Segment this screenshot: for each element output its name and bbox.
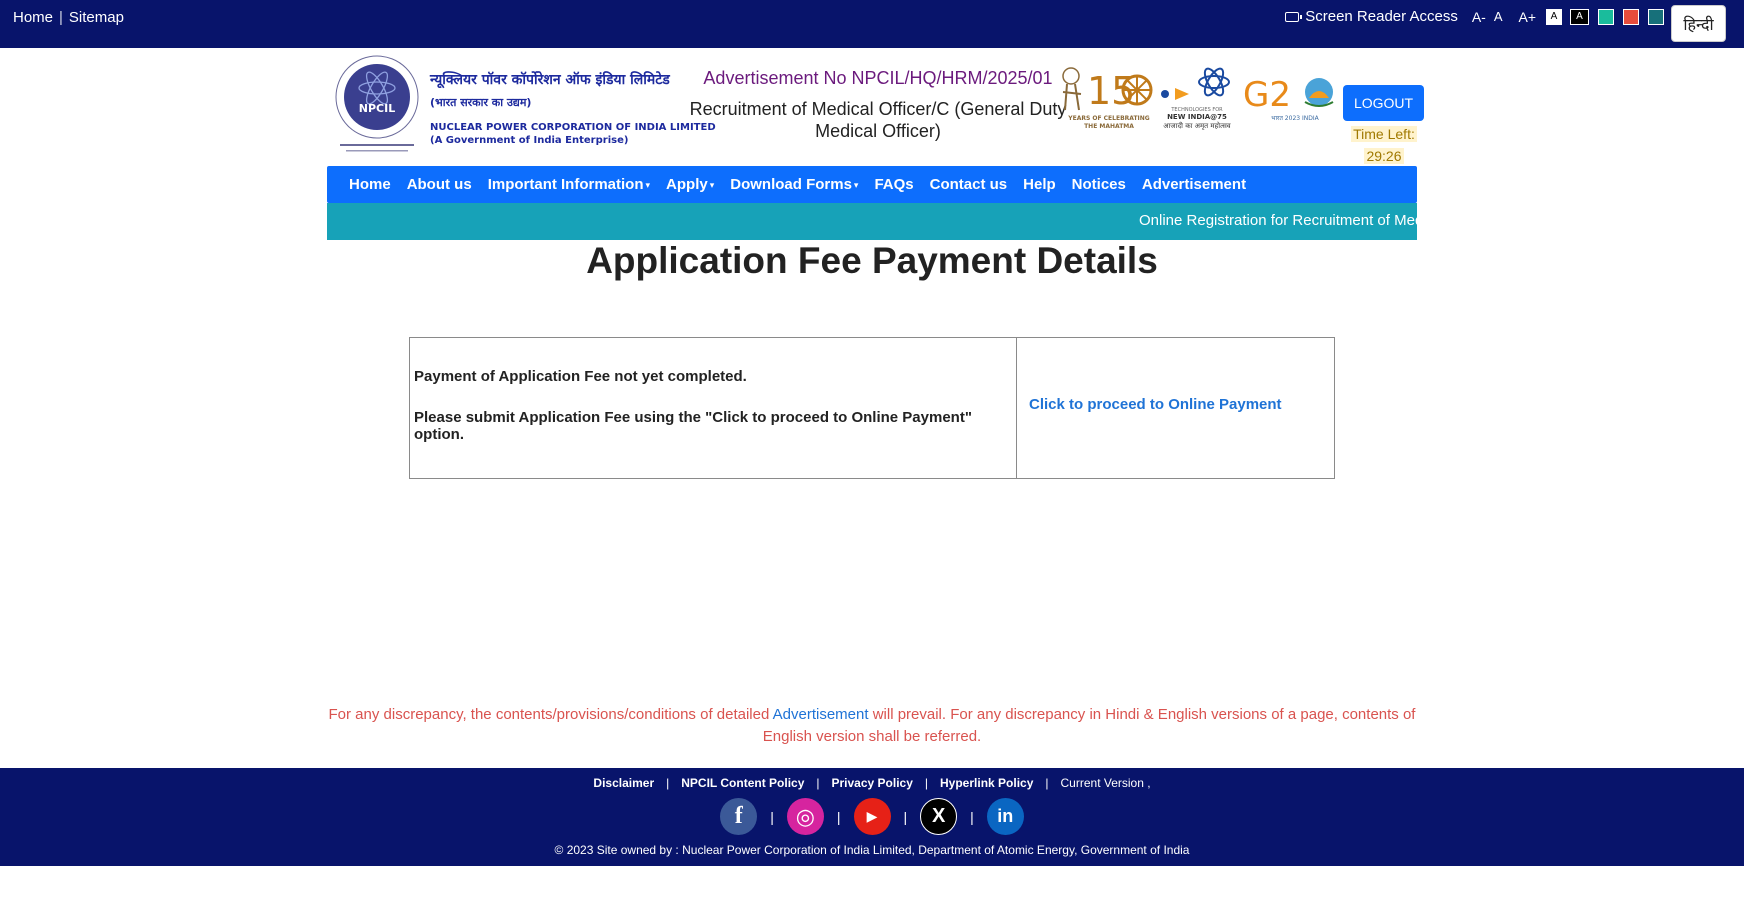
footer-privacy-policy-link[interactable]: Privacy Policy bbox=[832, 776, 913, 790]
theme-red-button[interactable] bbox=[1623, 8, 1639, 25]
contrast-dark-button[interactable]: A bbox=[1570, 8, 1589, 25]
advertisement-number: Advertisement No NPCIL/HQ/HRM/2025/01 bbox=[703, 68, 1053, 88]
divider: | bbox=[666, 776, 670, 790]
discrepancy-notice: For any discrepancy, the contents/provis… bbox=[327, 704, 1417, 748]
g20-logo-icon: G2 भारत 2023 INDIA bbox=[1243, 75, 1334, 122]
fee-status-table: Payment of Application Fee not yet compl… bbox=[409, 337, 1335, 479]
copyright-text: © 2023 Site owned by : Nuclear Power Cor… bbox=[554, 843, 1190, 857]
org-name-hindi: न्यूक्लियर पॉवर कॉर्पोरेशन ऑफ इंडिया लिम… bbox=[430, 72, 670, 88]
divider: | bbox=[1045, 776, 1049, 790]
screen-reader-link[interactable]: Screen Reader Access bbox=[1305, 8, 1458, 25]
campaign-logos: 15 YEARS OF CELEBRATING THE MAHATMA TECH… bbox=[1062, 67, 1334, 130]
top-bar: Home | Sitemap Screen Reader Access A- A… bbox=[0, 0, 1744, 48]
nav-about-us[interactable]: About us bbox=[407, 176, 472, 193]
nav-apply[interactable]: Apply ▾ bbox=[666, 176, 714, 193]
instagram-icon[interactable]: ◎ bbox=[786, 798, 824, 835]
new-india-75-logo-icon: TECHNOLOGIES FOR NEW INDIA@75 आजादी का अ… bbox=[1161, 67, 1231, 130]
top-sitemap-link[interactable]: Sitemap bbox=[69, 9, 124, 26]
linkedin-icon[interactable]: in bbox=[986, 798, 1024, 835]
nav-notices[interactable]: Notices bbox=[1072, 176, 1126, 193]
nav-important-information[interactable]: Important Information ▾ bbox=[488, 176, 650, 193]
theme-green-button[interactable] bbox=[1598, 8, 1614, 25]
svg-text:NEW INDIA@75: NEW INDIA@75 bbox=[1167, 113, 1227, 121]
nav-download-forms[interactable]: Download Forms ▾ bbox=[730, 176, 858, 193]
facebook-icon[interactable]: f bbox=[720, 798, 758, 835]
caret-down-icon: ▾ bbox=[709, 179, 715, 190]
divider: | bbox=[836, 808, 841, 825]
advertisement-link[interactable]: Advertisement bbox=[773, 706, 869, 723]
proceed-to-payment-link[interactable]: Click to proceed to Online Payment bbox=[1029, 396, 1282, 413]
divider: | bbox=[970, 808, 974, 825]
svg-text:G2: G2 bbox=[1243, 75, 1291, 115]
fee-status-message: Payment of Application Fee not yet compl… bbox=[414, 368, 747, 385]
footer-disclaimer-link[interactable]: Disclaimer bbox=[593, 776, 654, 790]
caret-down-icon: ▾ bbox=[645, 179, 651, 190]
news-ticker: Online Registration for Recruitment of M… bbox=[327, 203, 1417, 240]
site-header: NPCIL न्यूक्लियर पॉवर कॉर्पोरेशन ऑफ इंडि… bbox=[327, 48, 1424, 166]
svg-text:आजादी का अमृत महोत्सव: आजादी का अमृत महोत्सव bbox=[1163, 121, 1231, 130]
main-navigation: Home About us Important Information ▾ App… bbox=[327, 166, 1417, 203]
fee-instruction-message: Please submit Application Fee using the … bbox=[414, 409, 972, 443]
svg-text:THE MAHATMA: THE MAHATMA bbox=[1084, 123, 1134, 130]
screen-reader-icon bbox=[1285, 11, 1303, 22]
theme-teal-button[interactable] bbox=[1648, 8, 1664, 25]
fee-status-cell: Payment of Application Fee not yet compl… bbox=[410, 338, 1017, 478]
notice-text-1: For any discrepancy, the contents/provis… bbox=[328, 706, 773, 723]
divider: | bbox=[59, 9, 63, 26]
svg-text:YEARS OF CELEBRATING: YEARS OF CELEBRATING bbox=[1067, 115, 1150, 122]
social-links: f | ◎ | ▶ | X | in bbox=[0, 798, 1744, 835]
nav-help[interactable]: Help bbox=[1023, 176, 1056, 193]
divider: | bbox=[903, 808, 908, 825]
footer-links: Disclaimer | NPCIL Content Policy | Priv… bbox=[0, 776, 1744, 790]
footer-content-policy-link[interactable]: NPCIL Content Policy bbox=[681, 776, 804, 790]
nav-home[interactable]: Home bbox=[349, 176, 391, 193]
session-timer: Time Left: 29:26 bbox=[1347, 123, 1421, 167]
page-title: Application Fee Payment Details bbox=[586, 240, 1158, 281]
font-decrease-button[interactable]: A- bbox=[1472, 9, 1486, 25]
time-left-label: Time Left: bbox=[1351, 126, 1417, 142]
x-twitter-icon[interactable]: X bbox=[920, 798, 958, 835]
organization-name: न्यूक्लियर पॉवर कॉर्पोरेशन ऑफ इंडिया लिम… bbox=[430, 70, 716, 146]
caret-down-icon: ▾ bbox=[853, 179, 859, 190]
nav-advertisement[interactable]: Advertisement bbox=[1142, 176, 1246, 193]
nav-contact-us[interactable]: Contact us bbox=[930, 176, 1008, 193]
footer-hyperlink-policy-link[interactable]: Hyperlink Policy bbox=[940, 776, 1033, 790]
contrast-light-button[interactable]: A bbox=[1546, 8, 1562, 25]
divider: | bbox=[770, 808, 774, 825]
language-toggle-button[interactable]: हिन्दी bbox=[1671, 5, 1726, 42]
post-title: Recruitment of Medical Officer/C (Genera… bbox=[689, 99, 1067, 141]
time-left-value: 29:26 bbox=[1364, 148, 1404, 164]
current-version: Current Version , bbox=[1060, 776, 1151, 790]
site-footer: Disclaimer | NPCIL Content Policy | Priv… bbox=[0, 768, 1744, 866]
divider: | bbox=[924, 776, 929, 790]
accessibility-tools: Screen Reader Access A- A A+ A A bbox=[1285, 8, 1664, 25]
top-home-link[interactable]: Home bbox=[13, 9, 53, 26]
top-links: Home | Sitemap bbox=[13, 9, 124, 26]
npcil-emblem-icon: NPCIL bbox=[335, 55, 419, 152]
org-sub-english: (A Government of India Enterprise) bbox=[430, 135, 629, 146]
advertisement-info: Advertisement No NPCIL/HQ/HRM/2025/01 Re… bbox=[684, 68, 1072, 142]
payment-action-cell: Click to proceed to Online Payment bbox=[1017, 338, 1334, 478]
font-increase-button[interactable]: A+ bbox=[1518, 9, 1536, 25]
org-name-english: NUCLEAR POWER CORPORATION OF INDIA LIMIT… bbox=[430, 122, 716, 133]
emblem-text: NPCIL bbox=[359, 102, 395, 115]
ticker-text[interactable]: Online Registration for Recruitment of M… bbox=[1139, 212, 1417, 229]
gandhi-150-logo-icon: 15 YEARS OF CELEBRATING THE MAHATMA bbox=[1062, 67, 1153, 130]
nav-faqs[interactable]: FAQs bbox=[874, 176, 913, 193]
org-sub-hindi: (भारत सरकार का उद्यम) bbox=[430, 96, 532, 109]
divider: | bbox=[816, 776, 820, 790]
youtube-icon[interactable]: ▶ bbox=[853, 798, 891, 835]
svg-text:भारत 2023 INDIA: भारत 2023 INDIA bbox=[1271, 115, 1319, 122]
font-normal-button[interactable]: A bbox=[1494, 9, 1503, 24]
logout-button[interactable]: LOGOUT bbox=[1343, 85, 1424, 121]
